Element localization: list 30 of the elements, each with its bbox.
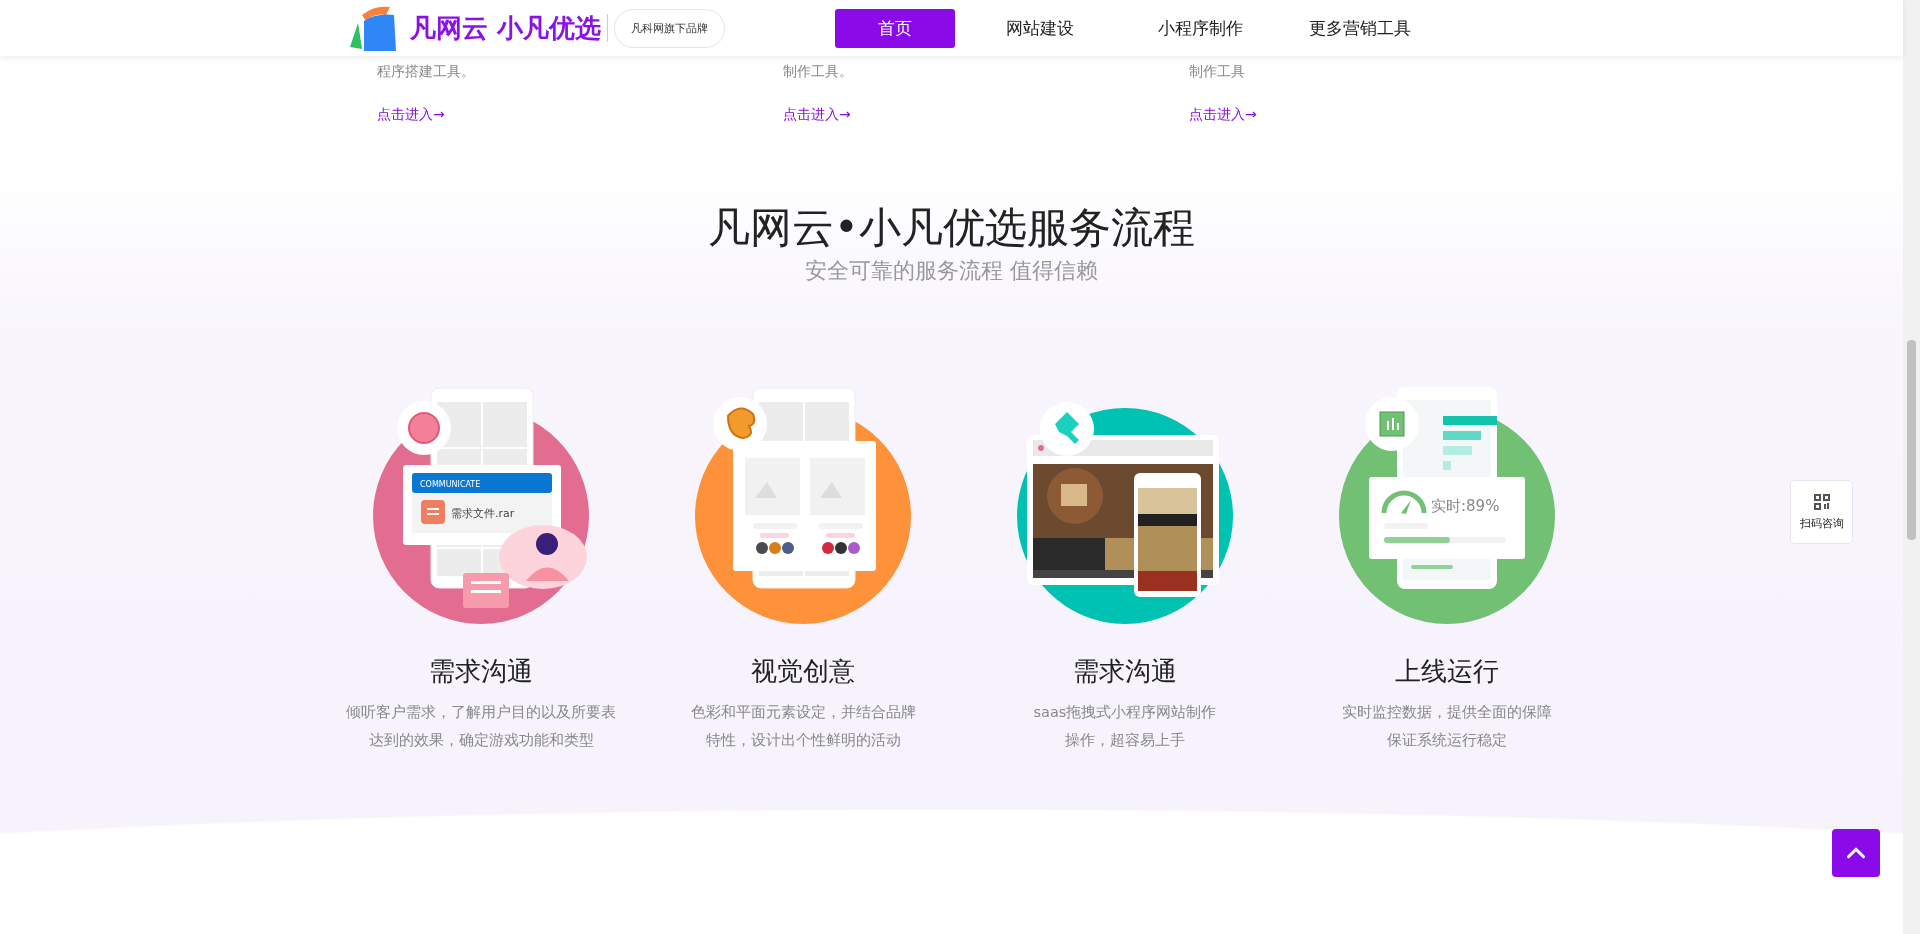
section-title: 凡网云•小凡优选服务流程 xyxy=(707,202,1196,254)
step-title: 需求沟通 xyxy=(429,655,533,688)
nav-tab[interactable]: 网站建设 xyxy=(965,8,1116,48)
scrollbar[interactable] xyxy=(1903,0,1920,934)
nav-tab[interactable]: 更多营销工具 xyxy=(1285,8,1436,48)
enter-link[interactable]: 点击进入→ xyxy=(1189,106,1257,124)
step-description: 实时监控数据，提供全面的保障 保证系统运行稳定 xyxy=(1342,703,1552,750)
brand-name: 凡网云 小凡优选 xyxy=(410,11,602,45)
nav-tab[interactable]: 首页 xyxy=(835,8,956,48)
feature-description: 制作工具 xyxy=(1189,62,1245,81)
feature-description: 程序搭建工具。 xyxy=(377,62,475,81)
file-name: 需求文件.rar xyxy=(451,507,515,520)
step-description: saas拖拽式小程序网站制作 操作，超容易上手 xyxy=(1033,703,1217,750)
logo-icon xyxy=(348,5,398,51)
scrollbar-thumb[interactable] xyxy=(1907,340,1916,540)
qr-code-icon xyxy=(1813,493,1830,510)
enter-link[interactable]: 点击进入→ xyxy=(783,106,851,124)
realtime-reading: 实时:89% xyxy=(1431,497,1500,515)
step-title: 视觉创意 xyxy=(751,655,855,688)
step-title: 上线运行 xyxy=(1395,655,1499,688)
feature-description: 制作工具。 xyxy=(783,62,853,81)
nav-tab[interactable]: 小程序制作 xyxy=(1125,8,1276,48)
enter-link[interactable]: 点击进入→ xyxy=(377,106,445,124)
step-description: 倾听客户需求，了解用户目的以及所要表 达到的效果，确定游戏功能和类型 xyxy=(346,703,616,750)
card-header-label: COMMUNICATE xyxy=(420,480,481,489)
qr-consult-button[interactable]: 扫码咨询 xyxy=(1790,480,1853,544)
section-subtitle: 安全可靠的服务流程 值得信赖 xyxy=(804,257,1099,285)
step-description: 色彩和平面元素设定，并结合品牌 特性，设计出个性鲜明的活动 xyxy=(690,703,916,750)
back-to-top-button[interactable] xyxy=(1832,829,1880,877)
step-title: 需求沟通 xyxy=(1073,655,1177,688)
